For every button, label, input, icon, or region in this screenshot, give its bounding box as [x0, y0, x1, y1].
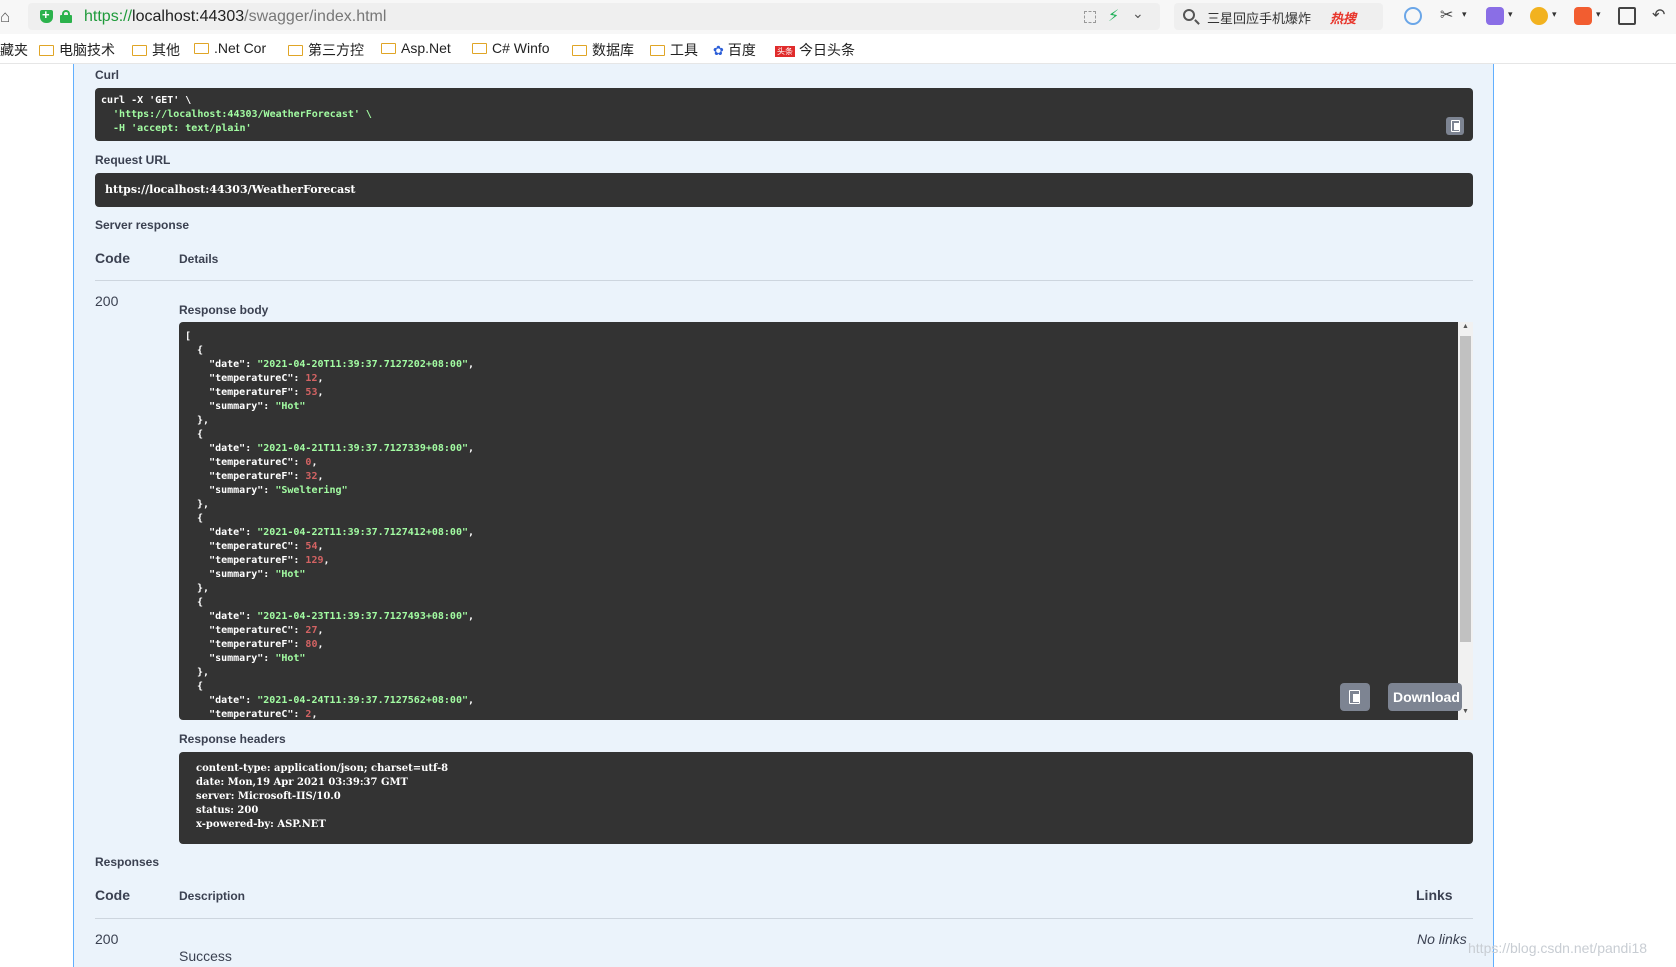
browser-toolbar: ⌂ https://localhost:44303/swagger/index.… [0, 0, 1676, 34]
bookmark-folder[interactable]: 数据库 [572, 40, 634, 60]
folder-icon [39, 45, 54, 56]
bookmark-favorites[interactable]: 藏夹 [0, 40, 28, 60]
response-body-scrollbar[interactable]: ▲ ▼ [1458, 322, 1473, 720]
request-url-value[interactable]: https://localhost:44303/WeatherForecast [105, 183, 356, 197]
copy-response-button[interactable] [1340, 683, 1370, 711]
scissors-icon[interactable]: ✂ [1440, 7, 1458, 25]
folder-icon [650, 45, 665, 56]
response-body-label: Response body [179, 303, 269, 317]
response-headers-text[interactable]: content-type: application/json; charset=… [196, 762, 448, 832]
bookmark-baidu[interactable]: ✿ 百度 [713, 40, 756, 60]
curl-label: Curl [95, 68, 119, 82]
bookmark-folder[interactable]: .Net Cor [194, 40, 266, 56]
address-bar[interactable]: https://localhost:44303/swagger/index.ht… [28, 3, 1160, 30]
search-box[interactable]: 三星回应手机爆炸 热搜 [1174, 3, 1383, 30]
bookmarks-bar: 藏夹 电脑技术 其他 .Net Cor 第三方控 Asp.Net C# Winf… [0, 34, 1676, 64]
lock-icon[interactable] [60, 10, 72, 23]
qr-code-icon[interactable] [1084, 11, 1096, 23]
bookmark-folder[interactable]: C# Winfo [472, 40, 550, 56]
responses-label: Responses [95, 855, 160, 869]
response-headers-label: Response headers [179, 732, 286, 746]
folder-icon [132, 45, 147, 56]
response-body-json[interactable]: [ { "date": "2021-04-20T11:39:37.7127202… [185, 330, 474, 722]
bookmark-toutiao[interactable]: 头条 今日头条 [775, 40, 855, 60]
operation-panel: Curl curl -X 'GET' \ 'https://localhost:… [73, 64, 1494, 967]
translate-icon[interactable] [1486, 7, 1504, 25]
responses-code: 200 [95, 931, 119, 947]
divider [95, 280, 1473, 281]
server-response-label: Server response [95, 218, 190, 232]
response-body-box[interactable]: [ { "date": "2021-04-20T11:39:37.7127202… [179, 322, 1473, 720]
folder-icon [472, 43, 487, 54]
baidu-paw-icon: ✿ [713, 43, 724, 58]
responses-description-header: Description [179, 889, 246, 903]
response-code: 200 [95, 293, 119, 309]
bookmark-folder[interactable]: 第三方控 [288, 40, 364, 60]
folder-icon [288, 45, 303, 56]
bookmark-folder[interactable]: 电脑技术 [39, 40, 115, 60]
folder-icon [381, 43, 396, 54]
url-text[interactable]: https://localhost:44303/swagger/index.ht… [84, 7, 386, 26]
search-query[interactable]: 三星回应手机爆炸 [1207, 8, 1311, 27]
scroll-up-icon[interactable]: ▲ [1462, 323, 1469, 330]
copy-curl-icon[interactable] [1446, 117, 1464, 135]
curl-box[interactable]: curl -X 'GET' \ 'https://localhost:44303… [95, 88, 1473, 141]
code-column-header: Code [95, 250, 130, 266]
scissors-caret-icon[interactable]: ▾ [1462, 9, 1467, 20]
responses-code-header: Code [95, 887, 130, 903]
game-caret-icon[interactable]: ▾ [1596, 9, 1601, 20]
bookmark-folder[interactable]: Asp.Net [381, 40, 451, 56]
response-headers-box[interactable]: content-type: application/json; charset=… [179, 752, 1473, 844]
scrollbar-thumb[interactable] [1460, 336, 1471, 642]
responses-links-header: Links [1416, 887, 1453, 903]
request-url-label: Request URL [95, 153, 171, 167]
translate-ext-icon[interactable] [1404, 7, 1422, 25]
chevron-down-icon[interactable]: ⌄ [1132, 5, 1144, 22]
divider [95, 918, 1473, 919]
lightning-icon[interactable]: ⚡ [1108, 6, 1119, 26]
apps-grid-icon[interactable] [1618, 7, 1636, 25]
toutiao-icon: 头条 [775, 46, 795, 57]
responses-description: Success [179, 948, 232, 964]
details-column-header: Details [179, 252, 219, 266]
bookmark-folder[interactable]: 其他 [132, 40, 180, 60]
search-icon [1183, 9, 1195, 21]
coin-icon[interactable] [1530, 7, 1548, 25]
download-button[interactable]: Download [1388, 683, 1462, 711]
watermark: https://blog.csdn.net/pandi18 [1468, 940, 1648, 956]
scroll-down-icon[interactable]: ▼ [1462, 708, 1469, 715]
home-icon[interactable]: ⌂ [0, 6, 16, 28]
curl-code[interactable]: curl -X 'GET' \ 'https://localhost:44303… [101, 94, 372, 136]
folder-icon [572, 45, 587, 56]
security-shield-icon[interactable] [40, 7, 53, 23]
translate-caret-icon[interactable]: ▾ [1508, 9, 1513, 20]
folder-icon [194, 43, 209, 54]
request-url-box[interactable]: https://localhost:44303/WeatherForecast [95, 173, 1473, 207]
game-icon[interactable] [1574, 7, 1592, 25]
undo-icon[interactable]: ↶ [1652, 7, 1670, 25]
hot-search-badge[interactable]: 热搜 [1330, 8, 1356, 27]
responses-links: No links [1417, 931, 1467, 947]
bookmark-folder[interactable]: 工具 [650, 40, 698, 60]
coin-caret-icon[interactable]: ▾ [1552, 9, 1557, 20]
